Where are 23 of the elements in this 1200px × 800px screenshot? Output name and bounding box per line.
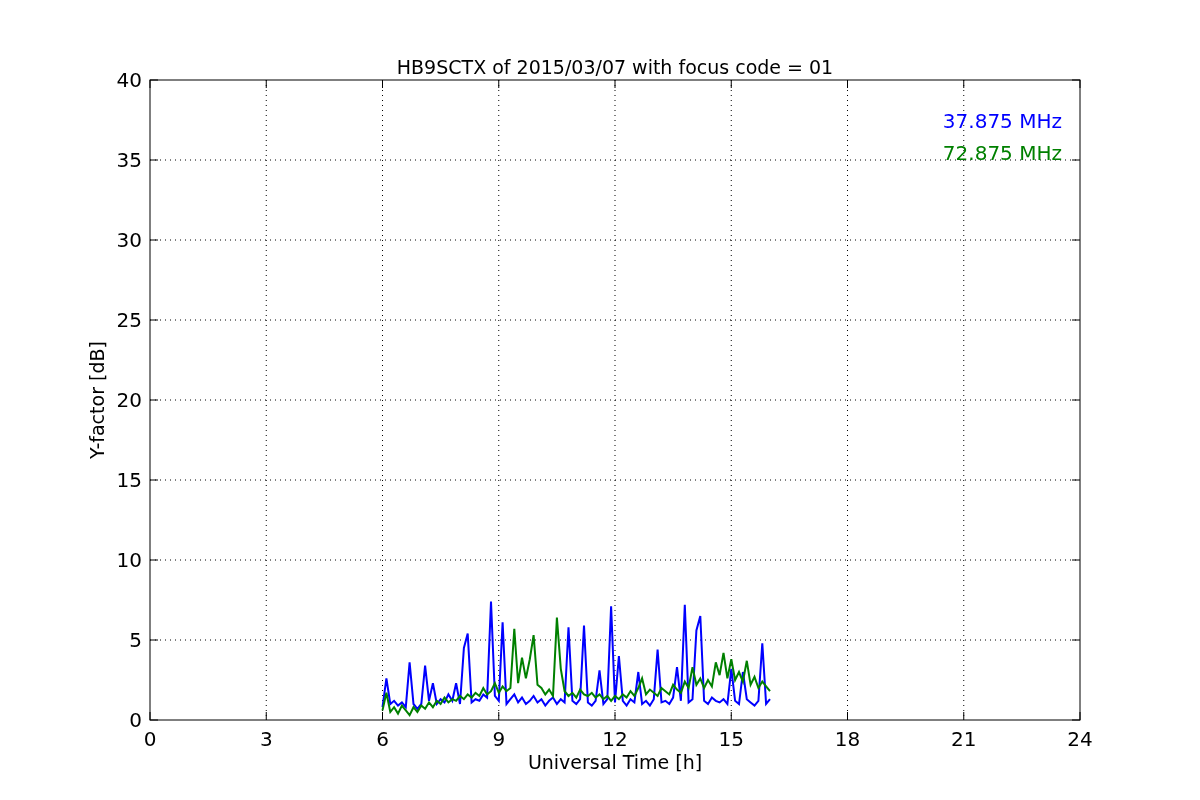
chart-title: HB9SCTX of 2015/03/07 with focus code = 01 [396,56,834,78]
y-tick-label: 20 [116,388,142,412]
y-tick-label: 35 [116,148,142,172]
y-axis-label: Y-factor [dB] [86,341,108,459]
y-tick-label: 0 [129,708,142,732]
x-tick-label: 9 [492,727,506,751]
x-tick-label: 0 [143,727,157,751]
y-tick-label: 40 [116,68,142,92]
y-tick-label: 25 [116,308,142,332]
x-tick-label: 21 [951,727,977,751]
x-tick-label: 12 [602,727,628,751]
legend-label: 37.875 MHz [942,109,1062,133]
legend-label: 72.875 MHz [942,141,1062,165]
x-axis-label: Universal Time [h] [527,751,703,773]
x-tick-label: 18 [834,727,861,751]
y-tick-label: 10 [116,548,142,572]
y-tick-label: 5 [129,628,142,652]
x-tick-label: 6 [376,727,389,751]
x-tick-label: 3 [259,727,273,751]
x-tick-label: 15 [718,727,744,751]
y-tick-label: 15 [116,468,142,492]
y-tick-label: 30 [116,228,142,252]
x-tick-label: 24 [1067,727,1093,751]
